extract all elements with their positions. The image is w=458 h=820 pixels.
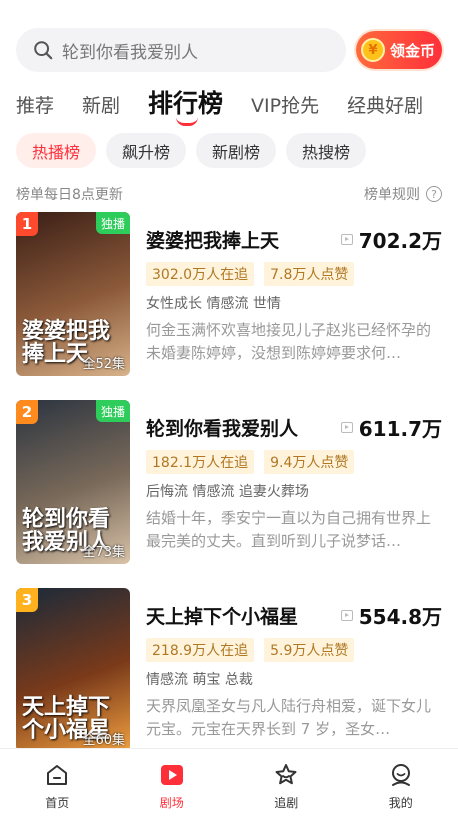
- play-count-icon: [340, 609, 353, 621]
- drama-description: 结婚十年，季安宁一直以为自己拥有世界上最完美的丈夫。直到听到儿子说梦话…: [146, 509, 432, 550]
- genre-tags: 情感流 萌宝 总裁: [146, 672, 253, 688]
- drama-title: 婆婆把我捧上天: [146, 229, 280, 252]
- tab-label: 新剧: [82, 95, 121, 117]
- likes-count: 9.4万人点赞: [264, 450, 355, 474]
- exclusive-badge: 独播: [95, 212, 130, 234]
- tab-recommend[interactable]: 推荐: [16, 91, 54, 126]
- earn-coins-button[interactable]: ¥ 领金币: [356, 31, 442, 69]
- watching-count: 218.9万人在追: [146, 638, 255, 662]
- heat-score: 554.8万: [340, 601, 442, 630]
- drama-poster[interactable]: 1 独播 婆婆把我捧上天 全52集: [16, 212, 130, 376]
- drama-info: 婆婆把我捧上天 702.2万 302.0万人在追 7.8万人点赞 女性成长 情感…: [146, 212, 442, 365]
- heat-value: 702.2万: [358, 228, 442, 253]
- title-row: 轮到你看我爱别人 611.7万: [146, 410, 442, 444]
- coin-icon: ¥: [361, 38, 385, 62]
- drama-title: 轮到你看我爱别人: [146, 417, 299, 440]
- drama-poster[interactable]: 2 独播 轮到你看我爱别人 全73集: [16, 400, 130, 564]
- update-note: 榜单每日8点更新: [16, 187, 123, 203]
- exclusive-badge: 独播: [95, 400, 130, 422]
- nav-label: 首页: [45, 796, 70, 810]
- drama-poster[interactable]: 3 天上掉下个小福星 全60集: [16, 588, 130, 752]
- tab-label: 推荐: [16, 95, 55, 117]
- heat-value: 611.7万: [358, 416, 442, 441]
- earn-coins-label: 领金币: [390, 41, 436, 60]
- search-input[interactable]: 轮到你看我爱别人: [16, 28, 346, 72]
- ranking-chips: 热播榜 飙升榜 新剧榜 热搜榜: [16, 133, 376, 168]
- rank-badge: 2: [16, 400, 38, 424]
- star-follow-icon: [275, 764, 297, 785]
- title-row: 天上掉下个小福星 554.8万: [146, 598, 442, 632]
- watching-count: 302.0万人在追: [146, 262, 255, 286]
- ranking-item[interactable]: 2 独播 轮到你看我爱别人 全73集 轮到你看我爱别人 611.7万 182.1…: [16, 400, 442, 564]
- tab-label: 排行榜: [148, 89, 224, 118]
- search-row: 轮到你看我爱别人 ¥ 领金币: [16, 28, 442, 72]
- episode-count: 全52集: [82, 357, 125, 372]
- chip-rising[interactable]: 飙升榜: [106, 133, 187, 168]
- bottom-nav: 首页 剧场 追剧 我的: [0, 748, 458, 820]
- home-icon: [47, 765, 68, 785]
- tab-label: 经典好剧: [347, 95, 424, 117]
- tab-new[interactable]: 新剧: [82, 91, 120, 126]
- play-count-icon: [340, 233, 353, 245]
- nav-home[interactable]: 首页: [0, 749, 115, 820]
- rank-badge: 3: [16, 588, 38, 612]
- nav-label: 追剧: [274, 796, 299, 810]
- search-icon: [34, 41, 53, 60]
- tab-vip[interactable]: VIP抢先: [251, 91, 319, 126]
- watching-count: 182.1万人在追: [146, 450, 255, 474]
- likes-count: 7.8万人点赞: [264, 262, 355, 286]
- stats-row: 182.1万人在追 9.4万人点赞: [146, 450, 442, 474]
- rules-label: 榜单规则: [364, 187, 420, 203]
- nav-follow[interactable]: 追剧: [229, 749, 344, 820]
- ranking-item[interactable]: 1 独播 婆婆把我捧上天 全52集 婆婆把我捧上天 702.2万 302.0万人…: [16, 212, 442, 376]
- tab-classic[interactable]: 经典好剧: [347, 91, 423, 126]
- ranking-meta: 榜单每日8点更新 榜单规则 ?: [16, 184, 442, 204]
- nav-label: 我的: [388, 796, 413, 810]
- nav-label: 剧场: [159, 796, 184, 810]
- title-row: 婆婆把我捧上天 702.2万: [146, 222, 442, 256]
- chip-search[interactable]: 热搜榜: [286, 133, 367, 168]
- help-icon: ?: [426, 186, 442, 202]
- category-tabs: 推荐 新剧 排行榜 VIP抢先 经典好剧: [16, 84, 458, 126]
- stats-row: 302.0万人在追 7.8万人点赞: [146, 262, 442, 286]
- genre-tags: 后悔流 情感流 追妻火葬场: [146, 484, 309, 500]
- stats-row: 218.9万人在追 5.9万人点赞: [146, 638, 442, 662]
- heat-score: 611.7万: [340, 413, 442, 442]
- genre-tags: 女性成长 情感流 世情: [146, 296, 281, 312]
- drama-title: 天上掉下个小福星: [146, 605, 299, 628]
- play-count-icon: [340, 421, 353, 433]
- tab-label: VIP抢先: [251, 95, 320, 117]
- nav-theater[interactable]: 剧场: [115, 749, 230, 820]
- chip-hot[interactable]: 热播榜: [16, 133, 97, 168]
- episode-count: 全73集: [82, 545, 125, 560]
- heat-score: 702.2万: [340, 225, 442, 254]
- heat-value: 554.8万: [358, 604, 442, 629]
- drama-info: 天上掉下个小福星 554.8万 218.9万人在追 5.9万人点赞 情感流 萌宝…: [146, 588, 442, 741]
- tab-ranking[interactable]: 排行榜: [148, 84, 223, 126]
- ranking-item[interactable]: 3 天上掉下个小福星 全60集 天上掉下个小福星 554.8万 218.9万人在…: [16, 588, 442, 752]
- search-placeholder: 轮到你看我爱别人: [62, 42, 198, 63]
- profile-icon: [391, 764, 410, 786]
- rules-link[interactable]: 榜单规则 ?: [364, 184, 442, 204]
- chip-new[interactable]: 新剧榜: [196, 133, 277, 168]
- drama-description: 何金玉满怀欢喜地接见儿子赵兆已经怀孕的未婚妻陈婷婷，没想到陈婷婷要求何…: [146, 321, 432, 362]
- drama-info: 轮到你看我爱别人 611.7万 182.1万人在追 9.4万人点赞 后悔流 情感…: [146, 400, 442, 553]
- theater-play-icon: [160, 765, 183, 785]
- episode-count: 全60集: [82, 733, 125, 748]
- drama-description: 天界凤凰圣女与凡人陆行舟相爱，诞下女儿元宝。元宝在天界长到 7 岁，圣女…: [146, 697, 432, 738]
- nav-profile[interactable]: 我的: [344, 749, 458, 820]
- rank-badge: 1: [16, 212, 38, 236]
- likes-count: 5.9万人点赞: [264, 638, 355, 662]
- active-tab-indicator: [176, 117, 199, 126]
